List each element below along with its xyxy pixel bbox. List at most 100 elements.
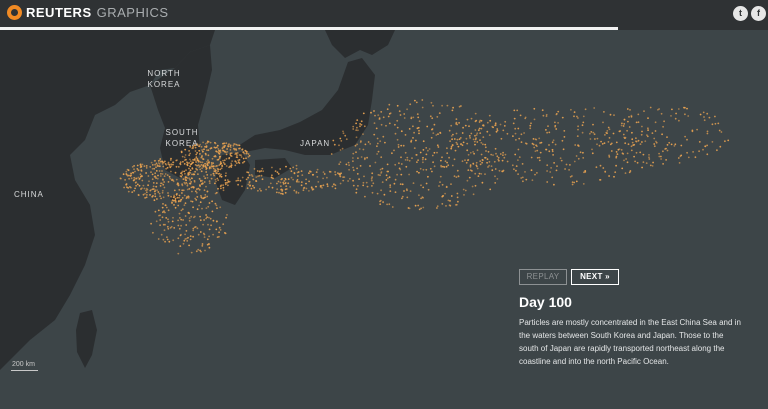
particle bbox=[182, 160, 184, 163]
particle bbox=[482, 143, 484, 146]
particle bbox=[400, 163, 403, 165]
particle bbox=[167, 220, 170, 223]
particle bbox=[205, 207, 208, 210]
particle bbox=[322, 177, 324, 180]
particle bbox=[207, 140, 210, 143]
next-button[interactable]: NEXT » bbox=[571, 269, 619, 285]
particle bbox=[187, 211, 190, 214]
particle bbox=[473, 140, 476, 143]
particle bbox=[224, 144, 226, 147]
particle bbox=[339, 161, 342, 164]
particle bbox=[639, 151, 642, 154]
particle bbox=[215, 204, 218, 207]
particle bbox=[464, 159, 466, 162]
particle bbox=[231, 160, 234, 163]
particle bbox=[183, 170, 186, 173]
particle bbox=[352, 152, 355, 155]
particle bbox=[370, 111, 372, 114]
particle bbox=[301, 174, 304, 177]
particle bbox=[188, 217, 191, 220]
particle bbox=[427, 149, 429, 152]
particle bbox=[182, 219, 185, 221]
particle bbox=[719, 145, 722, 148]
particle bbox=[652, 161, 654, 164]
particle bbox=[520, 177, 523, 179]
particle bbox=[436, 205, 439, 208]
particle bbox=[146, 188, 149, 191]
particle bbox=[199, 185, 202, 188]
twitter-icon[interactable]: t bbox=[733, 6, 748, 21]
particle bbox=[376, 153, 378, 155]
particle bbox=[439, 175, 442, 178]
particle bbox=[207, 223, 209, 226]
particle bbox=[502, 154, 504, 157]
particle bbox=[533, 107, 536, 110]
particle bbox=[340, 140, 343, 142]
particle bbox=[130, 186, 132, 189]
particle bbox=[442, 165, 444, 168]
particle bbox=[675, 112, 677, 115]
particle bbox=[420, 184, 422, 187]
particle bbox=[467, 159, 470, 161]
particle bbox=[456, 192, 459, 195]
particle bbox=[134, 170, 136, 173]
particle bbox=[271, 174, 273, 177]
particle bbox=[471, 185, 474, 188]
particle bbox=[645, 162, 648, 165]
particle bbox=[275, 191, 278, 194]
particle bbox=[166, 236, 168, 239]
reuters-logo[interactable]: REUTERS GRAPHICS bbox=[7, 5, 169, 20]
particle bbox=[281, 190, 284, 192]
particle bbox=[592, 131, 595, 134]
particle bbox=[176, 159, 178, 162]
particle bbox=[487, 150, 490, 153]
particle bbox=[215, 172, 218, 175]
particle bbox=[352, 169, 355, 172]
particle bbox=[150, 171, 152, 174]
particle bbox=[440, 159, 442, 162]
particle bbox=[206, 174, 209, 176]
particle bbox=[654, 130, 657, 132]
particle bbox=[241, 148, 244, 150]
particle bbox=[167, 209, 170, 212]
particle bbox=[554, 143, 557, 146]
particle bbox=[427, 175, 429, 178]
particle bbox=[502, 151, 504, 154]
particle bbox=[466, 149, 469, 152]
particle bbox=[201, 245, 204, 247]
particle bbox=[552, 154, 554, 156]
particle bbox=[627, 120, 629, 123]
particle bbox=[151, 173, 154, 176]
particle bbox=[455, 141, 458, 144]
particle bbox=[626, 129, 628, 132]
particle bbox=[575, 180, 578, 183]
particle bbox=[219, 175, 221, 178]
particle bbox=[420, 197, 422, 200]
particle bbox=[648, 154, 650, 156]
particle bbox=[172, 216, 174, 219]
particle bbox=[305, 182, 307, 185]
particle bbox=[217, 170, 220, 173]
particle bbox=[445, 205, 447, 207]
facebook-icon[interactable]: f bbox=[751, 6, 766, 21]
particle bbox=[287, 178, 290, 181]
particle bbox=[247, 156, 250, 158]
particle bbox=[474, 172, 477, 175]
particle bbox=[297, 192, 300, 194]
particle bbox=[165, 167, 168, 170]
particle bbox=[643, 110, 645, 112]
particle bbox=[341, 147, 344, 150]
particle bbox=[468, 125, 470, 128]
particle bbox=[295, 164, 298, 167]
particle bbox=[622, 125, 625, 127]
particle bbox=[369, 143, 372, 145]
particle bbox=[151, 167, 154, 170]
particle bbox=[227, 181, 230, 183]
particle bbox=[474, 143, 476, 146]
particle bbox=[609, 113, 612, 116]
particle bbox=[513, 168, 515, 171]
replay-button[interactable]: REPLAY bbox=[519, 269, 567, 285]
particle bbox=[214, 202, 217, 205]
particle bbox=[514, 127, 517, 130]
particle bbox=[141, 187, 143, 190]
